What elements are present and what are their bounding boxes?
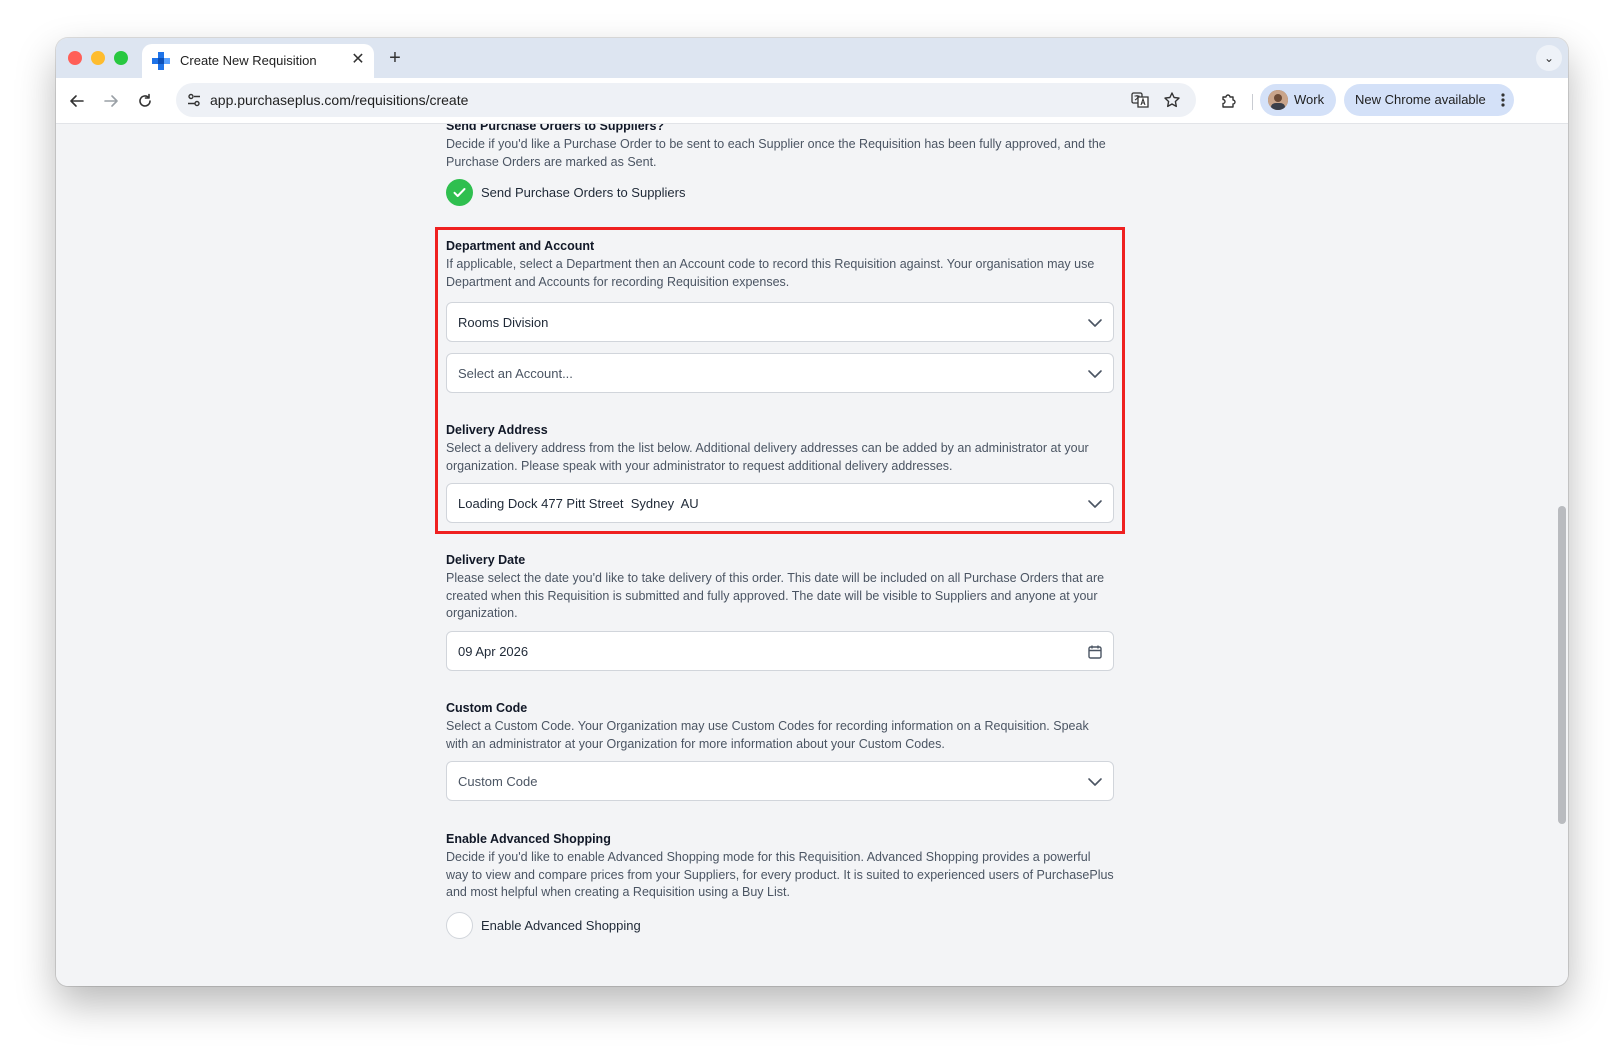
calendar-icon[interactable] bbox=[1087, 644, 1103, 660]
advanced-shopping-description: Decide if you'd like to enable Advanced … bbox=[446, 850, 1114, 899]
tab-strip: Create New Requisition ✕ + ⌄ bbox=[56, 38, 1568, 78]
toolbar-separator bbox=[1252, 94, 1253, 110]
custom-code-placeholder: Custom Code bbox=[458, 774, 538, 789]
chevron-down-icon bbox=[1088, 778, 1102, 786]
forward-button[interactable] bbox=[98, 88, 124, 114]
delivery-date-input[interactable]: 09 Apr 2026 bbox=[446, 631, 1114, 671]
page-scrollbar[interactable] bbox=[1558, 506, 1566, 824]
chrome-update-button[interactable]: New Chrome available bbox=[1344, 84, 1514, 116]
delivery-date-description: Please select the date you'd like to tak… bbox=[446, 571, 1105, 620]
send-po-title: Send Purchase Orders to Suppliers? bbox=[446, 124, 665, 133]
delivery-date-title: Delivery Date bbox=[446, 553, 526, 567]
back-button[interactable] bbox=[64, 88, 90, 114]
check-circle-icon bbox=[446, 179, 473, 206]
tab-close-button[interactable]: ✕ bbox=[348, 50, 368, 70]
maximize-window-button[interactable] bbox=[114, 51, 128, 65]
send-po-checkbox[interactable]: Send Purchase Orders to Suppliers bbox=[446, 179, 686, 206]
minimize-window-button[interactable] bbox=[91, 51, 105, 65]
send-po-row: Send Purchase Orders to Suppliers bbox=[446, 179, 1114, 209]
unchecked-circle-icon bbox=[446, 912, 473, 939]
browser-toolbar: app.purchaseplus.com/requisitions/create… bbox=[56, 78, 1568, 124]
browser-window: Create New Requisition ✕ + ⌄ app.purchas… bbox=[56, 38, 1568, 986]
custom-code-description: Select a Custom Code. Your Organization … bbox=[446, 719, 1089, 751]
send-po-section: Send Purchase Orders to Suppliers? Decid… bbox=[446, 124, 1114, 171]
close-window-button[interactable] bbox=[68, 51, 82, 65]
delivery-date-section: Delivery Date Please select the date you… bbox=[446, 552, 1114, 623]
kebab-icon bbox=[1500, 92, 1506, 108]
advanced-shopping-checkbox-label: Enable Advanced Shopping bbox=[481, 918, 641, 933]
purchaseplus-favicon-icon bbox=[152, 52, 170, 70]
send-po-description: Decide if you'd like a Purchase Order to… bbox=[446, 137, 1106, 169]
profile-button[interactable]: Work bbox=[1260, 84, 1336, 116]
chrome-update-label: New Chrome available bbox=[1355, 92, 1486, 107]
custom-code-field: Custom Code bbox=[446, 761, 1114, 803]
highlight-box bbox=[435, 227, 1125, 534]
advanced-shopping-row: Enable Advanced Shopping bbox=[446, 912, 1114, 942]
tab-title: Create New Requisition bbox=[180, 53, 317, 68]
reload-button[interactable] bbox=[132, 88, 158, 114]
arrow-left-icon bbox=[70, 95, 84, 107]
tab-create-new-requisition[interactable]: Create New Requisition ✕ bbox=[142, 44, 374, 78]
tune-icon bbox=[188, 93, 200, 107]
advanced-shopping-section: Enable Advanced Shopping Decide if you'd… bbox=[446, 831, 1114, 902]
tab-search-button[interactable]: ⌄ bbox=[1536, 45, 1562, 71]
custom-code-section: Custom Code Select a Custom Code. Your O… bbox=[446, 700, 1114, 753]
reload-icon bbox=[139, 93, 151, 107]
profile-label: Work bbox=[1294, 92, 1325, 107]
puzzle-icon bbox=[1222, 94, 1236, 108]
custom-code-title: Custom Code bbox=[446, 701, 528, 715]
new-tab-button[interactable]: + bbox=[384, 47, 406, 69]
extensions-button[interactable] bbox=[1218, 90, 1240, 112]
site-info-button[interactable] bbox=[184, 90, 204, 110]
star-icon bbox=[1164, 92, 1180, 108]
url-text: app.purchaseplus.com/requisitions/create bbox=[210, 92, 469, 108]
advanced-shopping-checkbox[interactable]: Enable Advanced Shopping bbox=[446, 912, 641, 939]
translate-icon bbox=[1131, 92, 1149, 108]
custom-code-select[interactable]: Custom Code bbox=[446, 761, 1114, 801]
bookmark-button[interactable] bbox=[1162, 90, 1182, 110]
advanced-shopping-title: Enable Advanced Shopping bbox=[446, 832, 611, 846]
page-content: Send Purchase Orders to Suppliers? Decid… bbox=[56, 124, 1568, 986]
address-bar[interactable]: app.purchaseplus.com/requisitions/create bbox=[176, 83, 1196, 117]
arrow-right-icon bbox=[104, 95, 118, 107]
send-po-checkbox-label: Send Purchase Orders to Suppliers bbox=[481, 185, 686, 200]
delivery-date-value: 09 Apr 2026 bbox=[458, 644, 529, 659]
translate-button[interactable] bbox=[1130, 90, 1150, 110]
avatar bbox=[1268, 90, 1288, 110]
delivery-date-field: 09 Apr 2026 bbox=[446, 631, 1114, 673]
